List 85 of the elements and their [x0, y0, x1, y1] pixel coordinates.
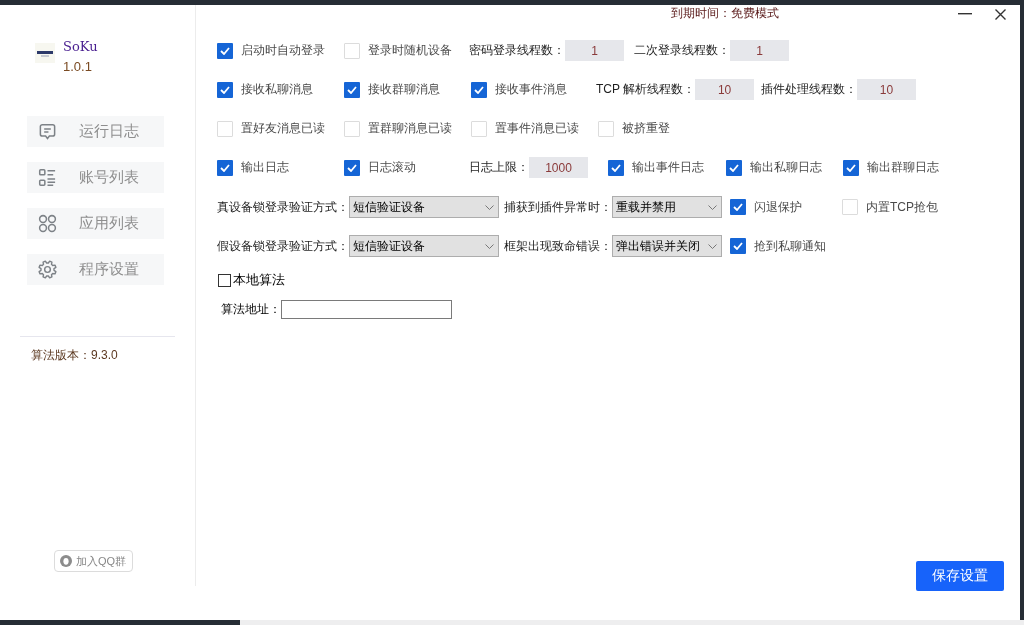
close-button[interactable] — [995, 8, 1006, 20]
field-label: TCP 解析线程数： — [596, 81, 696, 98]
number-field[interactable]: 1 — [565, 40, 624, 61]
checkbox-label: 接收私聊消息 — [241, 81, 313, 98]
checkbox-label: 抢到私聊通知 — [754, 237, 826, 255]
checkbox[interactable] — [217, 159, 233, 176]
number-field[interactable]: 10 — [857, 79, 916, 100]
field-label: 真设备锁登录验证方式： — [217, 198, 349, 216]
checkbox[interactable] — [730, 238, 746, 254]
checkmark-icon — [733, 203, 743, 211]
checkbox[interactable] — [344, 159, 360, 176]
checkbox-label: 接收群聊消息 — [368, 81, 440, 98]
join-qq-group-button[interactable]: 加入QQ群 — [54, 550, 134, 572]
checkmark-icon — [611, 163, 621, 172]
message-icon — [38, 122, 57, 141]
checkbox-label: 内置TCP抢包 — [866, 198, 938, 216]
checkbox-label: 输出群聊日志 — [867, 159, 939, 176]
dropdown[interactable]: 弹出错误并关闭 — [612, 235, 722, 257]
checkbox-label: 日志滚动 — [368, 159, 416, 176]
chevron-down-icon — [708, 204, 717, 210]
text-field[interactable] — [281, 299, 452, 319]
checkbox-label: 输出日志 — [241, 159, 289, 176]
algorithm-version-text: 算法版本：9.3.0 — [31, 347, 118, 363]
checkbox-label: 输出私聊日志 — [750, 159, 822, 176]
checkbox-label: 置群聊消息已读 — [368, 120, 452, 137]
number-field[interactable]: 1 — [730, 40, 789, 61]
field-label: 插件处理线程数： — [761, 81, 857, 98]
checkbox[interactable] — [344, 81, 360, 98]
dropdown[interactable]: 短信验证设备 — [349, 196, 499, 218]
field-label: 假设备锁登录验证方式： — [217, 237, 349, 255]
checkbox-label: 输出事件日志 — [632, 159, 704, 176]
dropdown[interactable]: 重载并禁用 — [612, 196, 722, 218]
chevron-down-icon — [708, 243, 717, 249]
sidebar-nav-item[interactable]: 程序设置 — [27, 254, 164, 285]
checkbox[interactable] — [726, 159, 742, 176]
checkmark-icon — [347, 163, 357, 172]
app-version: 1.0.1 — [63, 58, 92, 76]
checkbox-label: 置好友消息已读 — [241, 120, 325, 137]
checkmark-icon — [474, 85, 484, 94]
field-label: 框架出现致命错误： — [504, 237, 612, 255]
checkbox-label: 被挤重登 — [622, 120, 670, 137]
minimize-icon — [958, 13, 972, 15]
checkbox[interactable] — [608, 159, 624, 176]
checkmark-icon — [220, 85, 230, 94]
checkbox[interactable] — [217, 81, 233, 98]
checkmark-icon — [846, 163, 856, 172]
field-label: 日志上限： — [469, 159, 529, 176]
number-field[interactable]: 1000 — [529, 157, 588, 178]
checkbox[interactable] — [217, 42, 233, 59]
expiry-status-text: 到期时间：免费模式 — [671, 6, 779, 20]
sidebar-nav-item[interactable]: 账号列表 — [27, 162, 164, 193]
dropdown[interactable]: 短信验证设备 — [349, 235, 499, 257]
checkbox-label: 登录时随机设备 — [368, 42, 452, 59]
checkbox[interactable] — [471, 81, 487, 98]
field-label: 密码登录线程数： — [469, 42, 565, 59]
list-icon — [38, 168, 57, 187]
checkbox[interactable] — [730, 199, 746, 215]
checkmark-icon — [733, 242, 743, 250]
checkbox-label: 启动时自动登录 — [241, 42, 325, 59]
checkmark-icon — [729, 163, 739, 172]
logo-icon — [35, 43, 55, 63]
field-label: 捕获到插件异常时： — [504, 198, 612, 216]
sidebar-nav-item[interactable]: 应用列表 — [27, 208, 164, 239]
checkbox[interactable] — [843, 159, 859, 176]
checkbox-label: 闪退保护 — [754, 198, 802, 216]
save-settings-button[interactable]: 保存设置 — [916, 561, 1004, 591]
grid-icon — [38, 214, 57, 233]
checkmark-icon — [220, 163, 230, 172]
sidebar-nav-item[interactable]: 运行日志 — [27, 116, 164, 147]
number-field[interactable]: 10 — [695, 79, 755, 100]
checkbox-label: 接收事件消息 — [495, 81, 567, 98]
chevron-down-icon — [485, 204, 494, 210]
chevron-down-icon — [485, 243, 494, 249]
settings-icon — [38, 260, 57, 279]
field-label: 算法地址： — [221, 300, 281, 318]
app-name: SoKu — [63, 38, 98, 56]
checkbox-label: 置事件消息已读 — [495, 120, 579, 137]
checkbox[interactable] — [218, 273, 231, 287]
close-icon — [995, 8, 1006, 20]
field-label: 二次登录线程数： — [634, 42, 730, 59]
penguin-icon — [60, 555, 72, 567]
checkmark-icon — [220, 46, 230, 55]
minimize-button[interactable] — [958, 13, 972, 15]
checkbox-label: 本地算法 — [233, 271, 285, 289]
checkmark-icon — [347, 85, 357, 94]
